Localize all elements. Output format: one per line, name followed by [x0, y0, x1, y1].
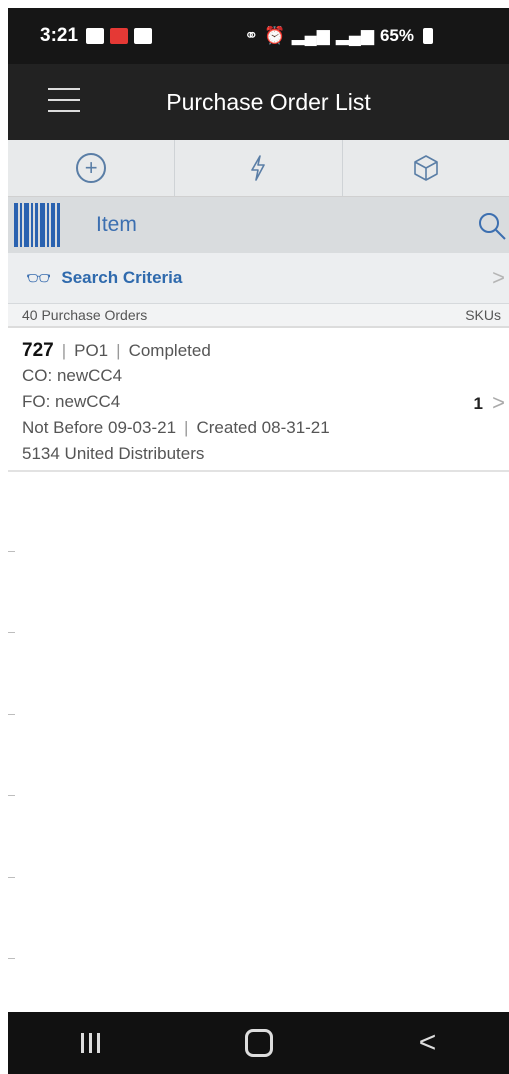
- system-nav-bar: <: [8, 1012, 509, 1074]
- scroll-tick: [8, 632, 15, 633]
- order-number: 727: [22, 340, 54, 361]
- alarm-icon: ⏰: [264, 26, 286, 45]
- package-button[interactable]: [341, 140, 509, 196]
- chevron-right-icon: >: [492, 265, 505, 290]
- search-criteria-label: Search Criteria: [61, 268, 183, 287]
- item-input-label: Item: [96, 213, 137, 236]
- calendar-icon: [110, 28, 129, 44]
- search-criteria-row[interactable]: 👓︎ Search Criteria >: [8, 253, 509, 304]
- status-time: 3:21: [40, 25, 79, 46]
- sku-count: 1: [473, 394, 483, 413]
- action-toolbar: +: [8, 140, 509, 197]
- home-button-icon[interactable]: [245, 1029, 274, 1057]
- add-button[interactable]: +: [8, 140, 174, 196]
- battery-level: 65%: [379, 26, 414, 45]
- recents-icon[interactable]: [80, 1033, 100, 1053]
- back-icon[interactable]: <: [419, 1026, 437, 1060]
- list-item[interactable]: 727 | PO1 | Completed CO: newCC4 FO: newCC4 …: [8, 338, 509, 472]
- scroll-tick: [8, 877, 15, 878]
- created-date: Created 08-31-21: [196, 418, 330, 437]
- barcode-icon[interactable]: [14, 203, 61, 247]
- item-scan-row[interactable]: Item: [8, 197, 509, 253]
- gallery-icon: [86, 28, 105, 44]
- glasses-icon: 👓︎: [26, 267, 52, 290]
- signal-icon: ▂▄▆: [291, 26, 330, 45]
- scroll-tick: [8, 551, 15, 552]
- not-before-date: Not Before 09-03-21: [22, 418, 177, 437]
- home-icon: [134, 28, 153, 44]
- battery-icon: [423, 28, 433, 44]
- scroll-tick: [8, 795, 15, 796]
- wifi-icon: ▂▄▆: [335, 26, 374, 45]
- lightning-icon: [251, 155, 266, 181]
- page-title: Purchase Order List: [166, 88, 371, 115]
- link-icon: ⚭: [244, 26, 259, 45]
- vendor-name: 5134 United Distributers: [22, 444, 205, 463]
- chevron-right-icon: >: [492, 390, 505, 415]
- list-header: 40 Purchase Orders SKUs: [8, 304, 509, 328]
- co-value: CO: newCC4: [22, 366, 123, 385]
- quick-action-button[interactable]: [174, 140, 341, 196]
- app-bar: Purchase Order List: [8, 64, 509, 140]
- scroll-tick: [8, 714, 15, 715]
- fo-value: FO: newCC4: [22, 392, 121, 411]
- cube-icon: [414, 155, 438, 181]
- status-bar: 3:21 ⚭ ⏰ ▂▄▆ ▂▄▆ 65%: [8, 8, 509, 64]
- search-icon[interactable]: [477, 211, 507, 241]
- order-status: Completed: [128, 341, 211, 360]
- scroll-tick: [8, 958, 15, 959]
- skus-column-header: SKUs: [465, 307, 501, 323]
- po-type: PO1: [74, 341, 109, 360]
- order-count: 40 Purchase Orders: [22, 307, 148, 323]
- plus-circle-icon: +: [76, 153, 107, 183]
